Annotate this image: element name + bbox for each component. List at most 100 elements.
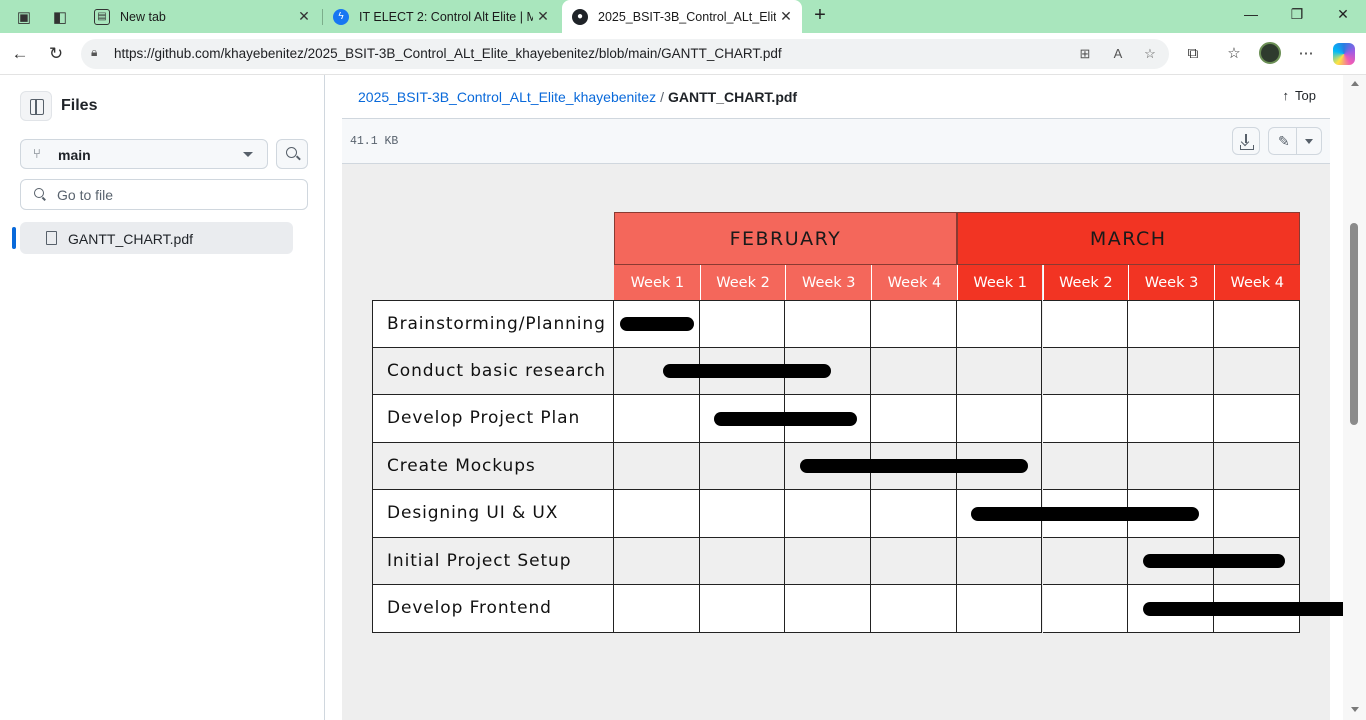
gantt-cell <box>1128 395 1214 443</box>
newtab-icon: ▤ <box>94 8 110 25</box>
task-label: Develop Project Plan <box>372 395 614 443</box>
gantt-cell <box>785 490 872 538</box>
pencil-icon[interactable]: ✎ <box>1278 133 1290 150</box>
gantt-cell <box>871 537 957 585</box>
browser-tab-strip: ▣ ◧ ▤ New tab ✕ ϟ IT ELECT 2: Control Al… <box>0 0 1366 33</box>
gantt-cell <box>1042 300 1129 348</box>
gantt-cell <box>785 585 872 633</box>
sidebar-title: Files <box>61 97 98 114</box>
gantt-cell <box>1042 585 1129 633</box>
scrollbar-thumb[interactable] <box>1350 223 1358 425</box>
file-header: 41.1 KB ✎ <box>342 118 1330 164</box>
close-window-button[interactable]: ✕ <box>1331 6 1355 26</box>
gantt-cell <box>1042 442 1129 490</box>
gantt-cell <box>614 490 700 538</box>
lock-icon[interactable]: 🔒︎ <box>91 45 97 60</box>
task-bar <box>620 316 694 331</box>
gantt-cell <box>699 490 786 538</box>
breadcrumb-repo-link[interactable]: 2025_BSIT-3B_Control_ALt_Elite_khayebeni… <box>358 89 656 105</box>
scroll-up-icon[interactable] <box>1351 81 1359 86</box>
selected-indicator <box>12 227 16 249</box>
chevron-down-icon[interactable] <box>1305 139 1313 144</box>
app-available-icon[interactable]: ⊞ <box>1075 45 1095 65</box>
gantt-cell <box>1128 442 1214 490</box>
task-row: Develop Frontend <box>372 585 1366 633</box>
file-icon <box>46 231 57 245</box>
close-tab-icon[interactable]: ✕ <box>776 8 796 25</box>
week-header: Week 3 <box>1128 265 1214 300</box>
gantt-cell <box>956 585 1043 633</box>
task-bar <box>1142 601 1366 616</box>
tab-github-active[interactable]: ● 2025_BSIT-3B_Control_ALt_Elite_khayebe… <box>562 0 802 33</box>
back-button[interactable]: ← <box>8 42 32 66</box>
week-header: Week 3 <box>785 265 872 300</box>
arrow-up-icon: ↑ <box>1282 88 1290 103</box>
breadcrumb-file-name: GANTT_CHART.pdf <box>667 89 798 105</box>
file-size: 41.1 KB <box>350 135 399 148</box>
gantt-cell <box>1213 442 1300 490</box>
tab-new-tab[interactable]: ▤ New tab ✕ <box>84 0 320 33</box>
pdf-viewer: FEBRUARY Week 1 Week 2 Week 3 Week 4 MARCH Wee… <box>342 164 1366 720</box>
messenger-icon: ϟ <box>333 8 349 25</box>
scroll-down-icon[interactable] <box>1351 707 1359 712</box>
minimize-button[interactable]: — <box>1239 6 1263 26</box>
restore-button[interactable]: ❐ <box>1285 6 1309 26</box>
week-header: Week 4 <box>1213 265 1300 300</box>
gantt-cell <box>956 395 1043 443</box>
task-bar <box>1142 554 1286 569</box>
tab-messenger[interactable]: ϟ IT ELECT 2: Control Alt Elite | Messen… <box>323 0 559 33</box>
gantt-cell <box>699 585 786 633</box>
new-tab-button[interactable]: + <box>808 4 832 28</box>
gantt-cell <box>699 537 786 585</box>
favorite-star-icon[interactable]: ☆ <box>1140 45 1160 65</box>
task-bar <box>662 364 831 379</box>
go-to-file-field[interactable] <box>20 179 308 210</box>
collapse-sidebar-icon[interactable] <box>20 91 52 121</box>
file-tree-sidebar: Files ⑂ main GANTT_CHART.pdf <box>4 75 325 720</box>
gantt-cell <box>614 537 700 585</box>
workspaces-icon[interactable]: ▣ <box>13 6 35 28</box>
favorites-icon[interactable]: ☆ <box>1223 43 1245 65</box>
file-tree-item[interactable]: GANTT_CHART.pdf <box>12 222 293 254</box>
download-icon[interactable] <box>1232 127 1260 155</box>
address-bar-row: ← ↻ 🔒︎ https://github.com/khayebenitez/2… <box>0 33 1366 75</box>
gantt-cell <box>785 300 872 348</box>
gantt-cell <box>1213 300 1300 348</box>
task-label: Brainstorming/Planning <box>372 300 614 348</box>
week-header: Week 4 <box>871 265 957 300</box>
gantt-cell <box>1213 395 1300 443</box>
task-label: Create Mockups <box>372 442 614 490</box>
week-header: Week 2 <box>699 265 786 300</box>
address-bar[interactable]: 🔒︎ https://github.com/khayebenitez/2025_… <box>81 39 1169 69</box>
top-button[interactable]: ↑ Top <box>1283 88 1316 103</box>
task-label: Develop Frontend <box>372 585 614 633</box>
close-tab-icon[interactable]: ✕ <box>533 8 553 25</box>
gantt-cell <box>1128 300 1214 348</box>
chevron-down-icon <box>243 152 253 157</box>
vertical-scrollbar[interactable] <box>1343 75 1366 720</box>
gantt-cell <box>1042 537 1129 585</box>
task-row: Designing UI & UX <box>372 490 1300 538</box>
branch-selector[interactable]: ⑂ main <box>20 139 268 169</box>
task-bar <box>971 506 1200 521</box>
search-icon[interactable] <box>276 139 308 169</box>
gantt-cell <box>871 300 957 348</box>
url-text[interactable]: https://github.com/khayebenitez/2025_BSI… <box>114 46 782 61</box>
gantt-cell <box>785 537 872 585</box>
gantt-cell <box>614 442 700 490</box>
task-label: Initial Project Setup <box>372 537 614 585</box>
extensions-icon[interactable]: ⧉ <box>1182 43 1204 65</box>
breadcrumb: 2025_BSIT-3B_Control_ALt_Elite_khayebeni… <box>358 89 797 105</box>
task-bar <box>714 411 857 426</box>
copilot-icon[interactable] <box>1333 43 1355 65</box>
task-row: Initial Project Setup <box>372 537 1300 585</box>
go-to-file-input[interactable] <box>57 185 297 205</box>
profile-avatar[interactable] <box>1259 42 1281 64</box>
tab-actions-icon[interactable]: ◧ <box>49 6 71 28</box>
gantt-cell <box>1042 395 1129 443</box>
refresh-button[interactable]: ↻ <box>44 42 68 66</box>
edit-button-group[interactable]: ✎ <box>1268 127 1322 155</box>
close-tab-icon[interactable]: ✕ <box>294 8 314 25</box>
more-options-icon[interactable]: ⋯ <box>1295 43 1317 65</box>
read-aloud-icon[interactable]: A <box>1108 45 1128 65</box>
